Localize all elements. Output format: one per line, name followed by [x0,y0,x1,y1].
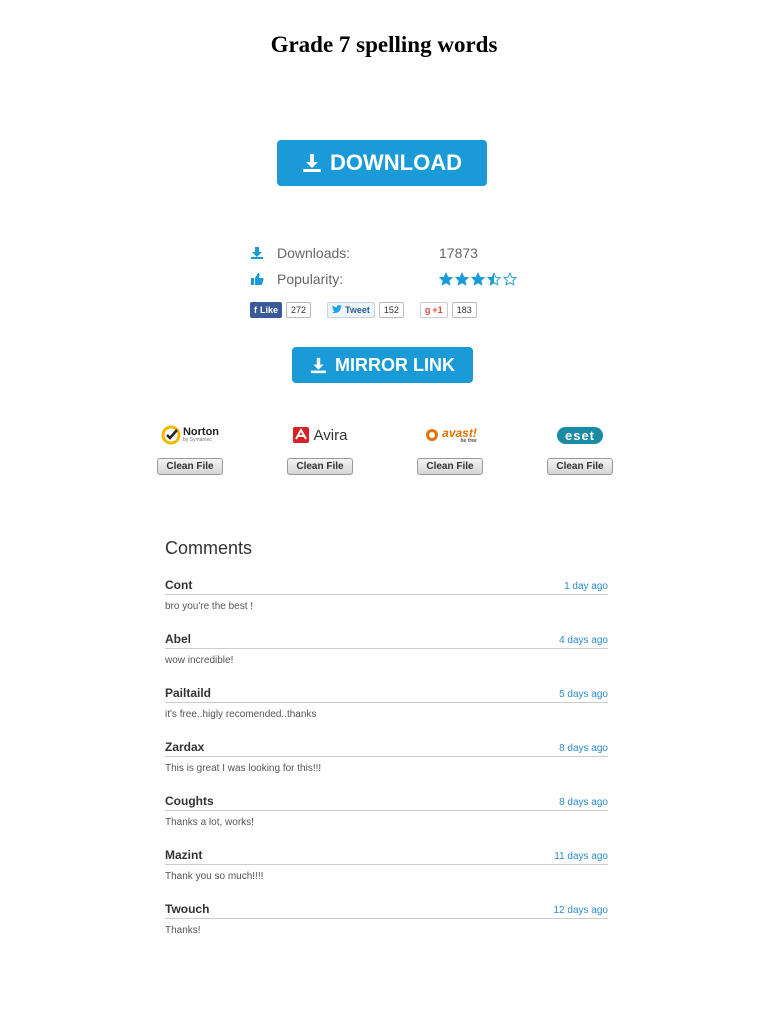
comment-item: Mazint 11 days ago Thank you so much!!!! [165,846,608,900]
comment-header: Twouch 12 days ago [165,900,608,919]
comment-time[interactable]: 4 days ago [559,635,608,646]
norton-clean-file-button[interactable]: Clean File [157,458,223,475]
comment-item: Pailtaild 5 days ago it's free..higly reco… [165,684,608,738]
star-empty-icon [503,272,517,286]
page-title: Grade 7 spelling words [270,32,498,57]
social-buttons: f Like 272 Tweet 152 g +1 183 [250,302,477,318]
antivirus-norton: Norton by Symantec Clean File [140,422,240,475]
star-full-icon [455,272,469,286]
comment-header: Coughts 8 days ago [165,792,608,811]
comment-header: Pailtaild 5 days ago [165,684,608,703]
avast-clean-file-button[interactable]: Clean File [417,458,483,475]
norton-check-icon [161,425,181,445]
googleplus-icon: g [424,305,431,315]
comment-header: Cont 1 day ago [165,576,608,595]
comment-item: Abel 4 days ago wow incredible! [165,630,608,684]
comment-time[interactable]: 8 days ago [559,797,608,808]
popularity-label: Popularity: [277,271,344,287]
comment-author[interactable]: Zardax [165,740,204,754]
comment-text: This is great I was looking for this!!! [165,763,322,774]
downloads-label: Downloads: [277,245,351,261]
googleplus-button[interactable]: g +1 [419,302,448,318]
popularity-stars [439,272,517,286]
comment-text: Thank you so much!!!! [165,871,264,882]
eset-name: eset [556,426,604,444]
avast-star-icon [426,429,439,441]
facebook-like-label: Like [260,305,279,315]
antivirus-scan-results: Norton by Symantec Clean File Avira Clea… [140,422,630,475]
avira-name: Avira [313,426,348,444]
comments-section: Comments Cont 1 day ago bro you're the bes… [165,538,608,954]
facebook-like-button[interactable]: f Like [250,302,283,318]
mirror-link-label: MIRROR LINK [335,354,455,375]
comment-text: wow incredible! [165,655,234,666]
comment-item: Coughts 8 days ago Thanks a lot, works! [165,792,608,846]
comment-item: Twouch 12 days ago Thanks! [165,900,608,954]
comment-time[interactable]: 11 days ago [554,851,608,862]
comment-header: Mazint 11 days ago [165,846,608,865]
comment-author[interactable]: Coughts [165,794,214,808]
avira-clean-file-button[interactable]: Clean File [287,458,353,475]
antivirus-avast: avast! be free Clean File [400,422,500,475]
facebook-icon: f [254,305,257,315]
download-icon [302,153,322,173]
comment-time[interactable]: 1 day ago [564,581,608,592]
comment-author[interactable]: Abel [165,632,191,646]
googleplus-share[interactable]: g +1 183 [419,302,477,318]
comment-text: Thanks! [165,925,201,936]
thumbs-up-icon [250,272,264,286]
tweet-button[interactable]: Tweet [327,302,375,318]
tweet-count: 152 [378,302,404,318]
avira-umbrella-icon [292,427,309,443]
download-button-label: DOWNLOAD [330,150,462,175]
eset-clean-file-button[interactable]: Clean File [547,458,613,475]
comment-time[interactable]: 5 days ago [559,689,608,700]
comment-time[interactable]: 12 days ago [554,905,609,916]
avira-logo: Avira [292,422,348,448]
avast-name: avast! [442,425,477,440]
comments-title: Comments [165,538,253,558]
comment-author[interactable]: Cont [165,578,192,592]
antivirus-eset: eset Clean File [530,422,630,475]
avast-logo: avast! be free [423,422,477,448]
twitter-bird-icon [332,305,343,315]
comment-time[interactable]: 8 days ago [559,743,608,754]
norton-sub: by Symantec [182,437,212,443]
download-icon [250,246,264,260]
comment-author[interactable]: Twouch [165,902,209,916]
comment-item: Zardax 8 days ago This is great I was look… [165,738,608,792]
comment-text: bro you're the best ! [165,601,254,612]
norton-logo: Norton by Symantec [161,422,219,448]
star-half-icon [487,272,501,286]
download-button[interactable]: DOWNLOAD [277,140,487,186]
comment-header: Zardax 8 days ago [165,738,608,757]
popularity-row: Popularity: [250,266,530,292]
comment-author[interactable]: Mazint [165,848,202,862]
comment-header: Abel 4 days ago [165,630,608,649]
download-icon [310,357,327,374]
comment-text: Thanks a lot, works! [165,817,254,828]
star-full-icon [439,272,453,286]
comment-list: Cont 1 day ago bro you're the best ! Abel 4 … [165,576,608,954]
tweet-label: Tweet [345,305,370,315]
comment-author[interactable]: Pailtaild [165,686,211,700]
downloads-value: 17873 [439,245,478,261]
downloads-row: Downloads: 17873 [250,240,530,266]
antivirus-avira: Avira Clean File [270,422,370,475]
mirror-link-button[interactable]: MIRROR LINK [292,347,473,383]
comment-item: Cont 1 day ago bro you're the best ! [165,576,608,630]
stats-panel: Downloads: 17873 Popularity: [250,240,530,292]
facebook-count: 272 [286,302,312,318]
eset-logo: eset [556,422,604,448]
star-full-icon [471,272,485,286]
comment-text: it's free..higly recomended..thanks [165,709,317,720]
googleplus-count: 183 [451,302,477,318]
googleplus-label: +1 [432,305,443,315]
avast-sub: be free [460,437,477,444]
facebook-like[interactable]: f Like 272 [250,302,312,318]
twitter-tweet[interactable]: Tweet 152 [327,302,404,318]
